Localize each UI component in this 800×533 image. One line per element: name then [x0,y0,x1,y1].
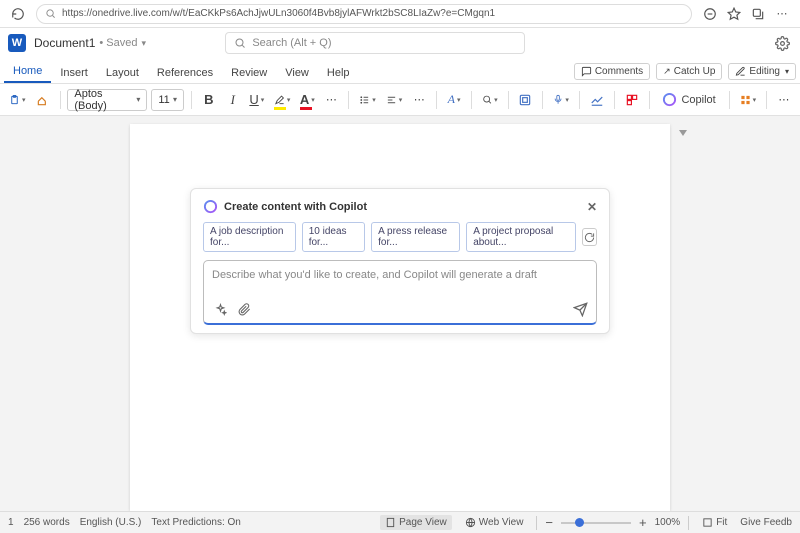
browser-toolbar: https://onedrive.live.com/w/t/EaCKkPs6Ac… [0,0,800,28]
send-icon[interactable] [572,301,588,317]
close-icon[interactable]: ✕ [587,200,597,214]
document-name[interactable]: Document1 [34,36,95,50]
text-predictions-status[interactable]: Text Predictions: On [151,517,240,528]
word-count[interactable]: 256 words [24,517,70,528]
highlight-button[interactable] [271,89,294,111]
ribbon-tabs: Home Insert Layout References Review Vie… [0,58,800,84]
copilot-prompt-placeholder: Describe what you'd like to create, and … [212,269,588,287]
language-status[interactable]: English (U.S.) [80,517,142,528]
chevron-down-icon[interactable]: ▾ [142,38,147,49]
tab-review[interactable]: Review [222,63,276,83]
page-number[interactable]: 1 [8,517,14,528]
sparkle-icon[interactable] [212,301,228,317]
settings-icon[interactable] [774,34,792,52]
italic-button[interactable]: I [223,89,243,111]
designer-button[interactable] [515,89,535,111]
read-aloud-icon[interactable] [701,5,719,23]
search-box[interactable]: Search (Alt + Q) [225,32,525,54]
favorite-icon[interactable] [725,5,743,23]
styles-button[interactable]: A [444,89,464,111]
attachment-icon[interactable] [236,301,252,317]
font-size-select[interactable]: 11▾ [151,89,184,111]
comments-button[interactable]: Comments [574,63,650,80]
addins-button[interactable] [622,89,642,111]
tab-view[interactable]: View [276,63,318,83]
search-icon [45,8,56,19]
tab-help[interactable]: Help [318,63,359,83]
more-icon[interactable]: ⋯ [773,5,791,23]
tab-layout[interactable]: Layout [97,63,148,83]
find-button[interactable] [479,89,501,111]
search-placeholder: Search (Alt + Q) [252,37,331,49]
ribbon-toolbar: Aptos (Body)▾ 11▾ B I U A ⋯ ⋯ A Copilot … [0,84,800,116]
address-bar[interactable]: https://onedrive.live.com/w/t/EaCKkPs6Ac… [36,4,692,24]
copilot-suggestion-chip[interactable]: A press release for... [371,222,460,252]
bold-button[interactable]: B [199,89,219,111]
document-page[interactable]: Create content with Copilot ✕ A job desc… [130,124,670,511]
copilot-suggestion-chip[interactable]: A project proposal about... [466,222,576,252]
grid-button[interactable] [737,89,760,111]
page-view-button[interactable]: Page View [380,515,452,530]
fit-button[interactable]: Fit [697,515,732,530]
word-app-icon[interactable]: W [8,34,26,52]
status-bar: 1 256 words English (U.S.) Text Predicti… [0,511,800,533]
zoom-slider[interactable] [561,522,631,524]
format-painter-button[interactable] [33,89,53,111]
underline-button[interactable]: U [247,89,267,111]
catchup-button[interactable]: ↗Catch Up [656,63,722,80]
align-button[interactable] [383,89,406,111]
document-canvas: Create content with Copilot ✕ A job desc… [0,116,800,511]
copilot-compose-panel: Create content with Copilot ✕ A job desc… [190,188,610,334]
app-title-bar: W Document1 • Saved ▾ Search (Alt + Q) [0,28,800,58]
zoom-level[interactable]: 100% [655,517,681,528]
editor-button[interactable] [587,89,607,111]
copilot-button[interactable]: Copilot [656,92,721,107]
copilot-prompt-input[interactable]: Describe what you'd like to create, and … [203,260,597,325]
copilot-suggestion-chip[interactable]: A job description for... [203,222,296,252]
ruler-indicator-icon [678,129,688,139]
paste-button[interactable] [6,89,29,111]
save-status: • Saved [99,37,137,49]
zoom-in-button[interactable]: + [639,515,647,530]
overflow-button[interactable]: ⋯ [774,89,794,111]
copilot-panel-title: Create content with Copilot [224,201,367,213]
feedback-button[interactable]: Give Feedb [740,517,792,528]
more-font-button[interactable]: ⋯ [321,89,341,111]
editing-mode-button[interactable]: Editing▾ [728,63,796,80]
copilot-icon [203,199,218,214]
font-color-button[interactable]: A [297,89,317,111]
refresh-suggestions-button[interactable] [582,228,597,246]
tab-insert[interactable]: Insert [51,63,97,83]
font-family-select[interactable]: Aptos (Body)▾ [67,89,147,111]
bullets-button[interactable] [356,89,379,111]
tab-home[interactable]: Home [4,61,51,83]
web-view-button[interactable]: Web View [460,515,529,530]
zoom-out-button[interactable]: − [545,515,553,530]
refresh-icon[interactable] [9,5,27,23]
dictate-button[interactable] [550,89,572,111]
tab-references[interactable]: References [148,63,222,83]
more-para-button[interactable]: ⋯ [409,89,429,111]
copilot-suggestion-chip[interactable]: 10 ideas for... [302,222,365,252]
url-text: https://onedrive.live.com/w/t/EaCKkPs6Ac… [62,8,495,19]
collections-icon[interactable] [749,5,767,23]
